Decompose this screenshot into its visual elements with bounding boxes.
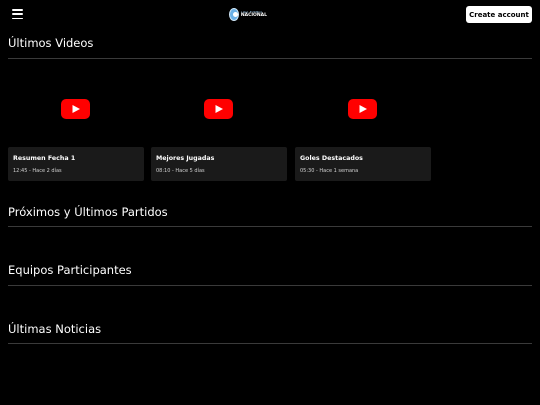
video-title: Mejores Jugadas	[156, 155, 215, 162]
video-info: Mejores Jugadas 08:10 - Hace 5 días	[151, 147, 287, 181]
section-divider	[8, 226, 532, 227]
video-meta: 05:30 - Hace 1 semana	[300, 168, 359, 174]
video-card[interactable]: Resumen Fecha 1 12:45 - Hace 2 días	[8, 72, 144, 181]
logo-text-line2: NACIONAL	[240, 12, 267, 18]
video-meta: 12:45 - Hace 2 días	[13, 168, 62, 174]
video-thumbnail[interactable]	[151, 72, 287, 146]
video-info: Resumen Fecha 1 12:45 - Hace 2 días	[8, 147, 144, 181]
video-card[interactable]: Mejores Jugadas 08:10 - Hace 5 días	[151, 72, 287, 181]
video-thumbnail[interactable]	[8, 72, 144, 146]
section-title-videos: Últimos Videos	[8, 36, 94, 50]
hamburger-menu-icon[interactable]	[12, 9, 23, 20]
section-divider	[8, 285, 532, 286]
video-meta: 08:10 - Hace 5 días	[156, 168, 205, 174]
youtube-play-icon[interactable]	[61, 99, 90, 119]
top-navigation-bar: LIGA FUTBOL NACIONAL Create account	[0, 0, 540, 30]
section-title-teams: Equipos Participantes	[8, 263, 132, 277]
video-thumbnail[interactable]	[295, 72, 431, 146]
youtube-play-icon[interactable]	[348, 99, 377, 119]
section-title-news: Últimas Noticias	[8, 322, 102, 336]
league-emblem-icon	[229, 8, 239, 21]
video-title: Resumen Fecha 1	[13, 155, 76, 162]
video-card[interactable]: Goles Destacados 05:30 - Hace 1 semana	[295, 72, 431, 181]
section-divider	[8, 343, 532, 344]
section-divider	[8, 58, 532, 59]
league-logo[interactable]: LIGA FUTBOL NACIONAL	[229, 6, 267, 23]
video-info: Goles Destacados 05:30 - Hace 1 semana	[295, 147, 431, 181]
create-account-button[interactable]: Create account	[466, 6, 532, 23]
youtube-play-icon[interactable]	[204, 99, 233, 119]
video-title: Goles Destacados	[300, 155, 363, 162]
section-title-matches: Próximos y Últimos Partidos	[8, 205, 168, 219]
